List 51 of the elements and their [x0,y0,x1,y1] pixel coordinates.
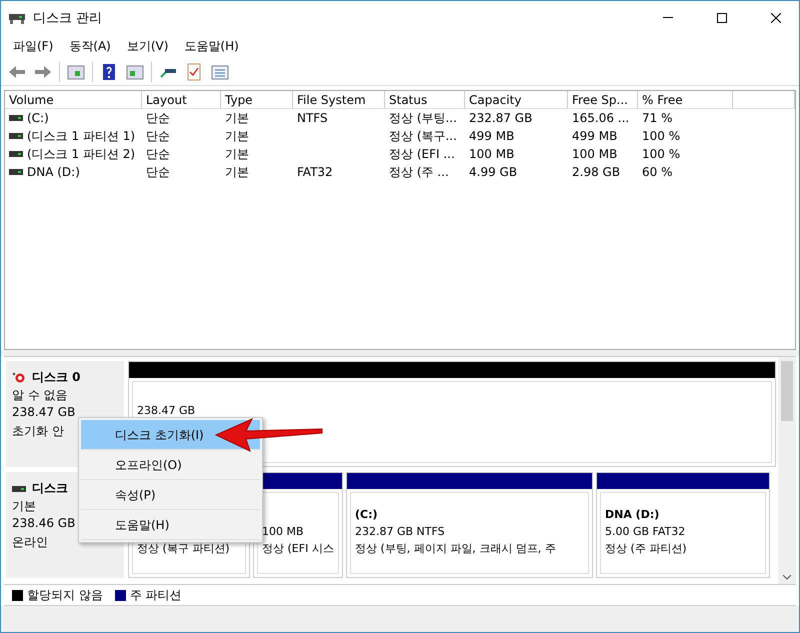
disk-type: 기본 [12,498,37,515]
table-cell: 기본 [225,164,249,180]
table-cell: 100 MB [572,147,618,161]
disk-name: 디스크 0 [32,369,81,386]
table-cell: 232.87 GB [469,111,532,125]
table-cell: 499 MB [572,129,618,143]
table-cell: 단순 [146,128,170,144]
table-cell: 2.98 GB [572,165,620,179]
legend-label: 주 파티션 [130,586,182,604]
table-cell: 165.06 ... [572,111,630,125]
table-cell: 기본 [225,110,249,126]
table-cell: 100 MB [469,147,514,161]
table-cell: (디스크 1 파티션 2) [27,146,136,162]
table-cell: 기본 [225,146,249,162]
table-cell: 정상 (주 ... [389,164,449,180]
table-cell: 71 % [642,111,672,125]
table-cell: 4.99 GB [469,165,518,179]
table-cell: NTFS [297,111,328,125]
legend-label: 할당되지 않음 [27,586,103,604]
partition-size: 238.47 GB [137,403,196,419]
table-cell: 60 % [642,165,672,179]
table-cell: 단순 [146,146,170,162]
table-cell: 단순 [146,164,170,180]
table-cell: 정상 (EFI ... [389,146,455,162]
partition-size: 100 MB [262,524,304,540]
table-cell: 기본 [225,128,249,144]
table-cell: 100 % [642,129,680,143]
partition-status: 정상 (EFI 시스 [262,541,334,557]
disk-size: 238.47 GB [12,405,76,421]
table-cell: FAT32 [297,165,333,179]
disk-type: 알 수 없음 [12,387,69,404]
partition-status: 정상 (주 파티션) [605,541,687,557]
table-cell: 100 % [642,147,680,161]
partition-status: 정상 (복구 파티션) [137,541,230,557]
partition-status: 정상 (부팅, 페이지 파일, 크래시 덤프, 주 [355,541,556,557]
partition-name: DNA (D:) [605,507,660,523]
table-cell: (디스크 1 파티션 1) [27,128,136,144]
disk-status: 온라인 [12,534,49,551]
partition-size: 232.87 GB NTFS [355,524,445,540]
window-title: 디스크 관리 [33,10,104,26]
table-cell: 단순 [146,110,170,126]
table-cell: 정상 (부팅... [389,110,457,126]
disk-name: 디스크 [32,480,68,497]
table-cell: (C:) [27,111,49,125]
table-cell: DNA (D:) [27,165,80,179]
disk-size: 238.46 GB [12,516,76,532]
table-cell: 정상 (복구... [389,128,457,144]
table-cell: 499 MB [469,129,514,143]
partition-name: (C:) [355,507,378,523]
disk-status: 초기화 안 [12,423,65,440]
partition-size: 5.00 GB FAT32 [605,524,686,540]
